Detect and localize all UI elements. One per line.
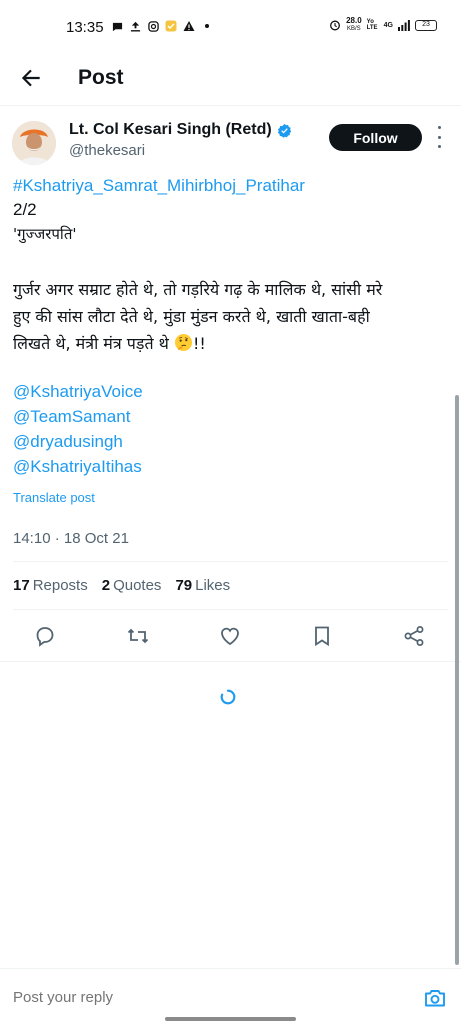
reply-icon[interactable] bbox=[33, 624, 57, 648]
loading-spinner-icon bbox=[220, 689, 236, 705]
notification-icons bbox=[111, 20, 209, 32]
network-speed: 28.0 KB/S bbox=[346, 16, 362, 33]
quotes-stat[interactable]: 2 Quotes bbox=[102, 577, 162, 594]
network-type: 4G bbox=[383, 21, 393, 29]
reply-input[interactable] bbox=[13, 989, 393, 1006]
verified-badge-icon bbox=[277, 123, 291, 138]
battery-indicator: 23 bbox=[415, 19, 437, 31]
divider bbox=[13, 609, 448, 610]
system-icons: 28.0 KB/S Yo LTE 4G 23 bbox=[329, 17, 437, 33]
volte-indicator: Yo LTE bbox=[366, 19, 378, 31]
scrollbar[interactable] bbox=[455, 395, 459, 965]
thinking-face-icon bbox=[174, 333, 193, 352]
message-icon bbox=[111, 20, 123, 32]
back-arrow-icon[interactable] bbox=[18, 65, 44, 91]
upload-icon bbox=[129, 20, 141, 32]
mentions-list: @KshatriyaVoice @TeamSamant @dryadusingh… bbox=[13, 379, 143, 479]
alarm-icon bbox=[329, 19, 341, 31]
home-indicator[interactable] bbox=[165, 1017, 296, 1021]
top-app-bar: Post bbox=[0, 56, 461, 106]
mention-link[interactable]: @KshatriyaItihas bbox=[13, 454, 143, 479]
bookmark-icon[interactable] bbox=[310, 624, 334, 648]
paragraph-line: लिखते थे, मंत्री मंत्र पड़ते थे bbox=[13, 334, 169, 353]
translate-post-link[interactable]: Translate post bbox=[13, 490, 95, 505]
post-timestamp: 14:10 · 18 Oct 21 bbox=[13, 530, 129, 547]
repost-icon[interactable] bbox=[126, 624, 150, 648]
paragraph-line: हुए की सांस लौटा देते थे, मुंडा मुंडन कर… bbox=[13, 307, 370, 326]
author-name[interactable]: Lt. Col Kesari Singh (Retd) bbox=[69, 121, 292, 139]
warning-icon bbox=[183, 20, 195, 32]
engagement-stats: 17 Reposts 2 Quotes 79 Likes bbox=[13, 577, 230, 594]
page-title: Post bbox=[78, 66, 124, 89]
divider bbox=[13, 561, 448, 562]
signal-icon bbox=[398, 19, 410, 31]
mention-link[interactable]: @dryadusingh bbox=[13, 429, 143, 454]
app-icon bbox=[165, 20, 177, 32]
status-time: 13:35 bbox=[66, 19, 104, 36]
paragraph-end: !! bbox=[192, 334, 206, 353]
author-handle[interactable]: @thekesari bbox=[69, 142, 145, 159]
share-icon[interactable] bbox=[402, 624, 426, 648]
like-heart-icon[interactable] bbox=[218, 624, 242, 648]
hashtag-link[interactable]: #Kshatriya_Samrat_Mihirbhoj_Pratihar bbox=[13, 174, 443, 198]
paragraph-line: गुर्जर अगर सम्राट होते थे, तो गड़रिये गढ… bbox=[13, 280, 383, 299]
tweet-text: #Kshatriya_Samrat_Mihirbhoj_Pratihar 2/2… bbox=[13, 174, 443, 246]
paragraph-line-last: लिखते थे, मंत्री मंत्र पड़ते थे !! bbox=[13, 330, 445, 357]
tweet-line: 2/2 bbox=[13, 200, 37, 219]
divider bbox=[0, 661, 461, 662]
author-name-text: Lt. Col Kesari Singh (Retd) bbox=[69, 121, 272, 138]
camera-icon[interactable] bbox=[423, 986, 447, 1010]
likes-stat[interactable]: 79 Likes bbox=[175, 577, 230, 594]
avatar[interactable] bbox=[12, 121, 56, 165]
reposts-stat[interactable]: 17 Reposts bbox=[13, 577, 88, 594]
action-bar bbox=[0, 620, 461, 652]
tweet-paragraph: गुर्जर अगर सम्राट होते थे, तो गड़रिये गढ… bbox=[13, 276, 445, 357]
tweet-line: 'गुज्जरपति' bbox=[13, 225, 77, 243]
instagram-icon bbox=[147, 20, 159, 32]
mention-link[interactable]: @KshatriyaVoice bbox=[13, 379, 143, 404]
follow-button[interactable]: Follow bbox=[329, 124, 422, 151]
more-notifications-dot bbox=[205, 24, 209, 28]
mention-link[interactable]: @TeamSamant bbox=[13, 404, 143, 429]
status-bar: 13:35 28.0 KB/S Yo LTE 4G 23 bbox=[0, 0, 461, 56]
more-options-icon[interactable] bbox=[434, 126, 444, 148]
reply-composer bbox=[0, 968, 461, 1024]
